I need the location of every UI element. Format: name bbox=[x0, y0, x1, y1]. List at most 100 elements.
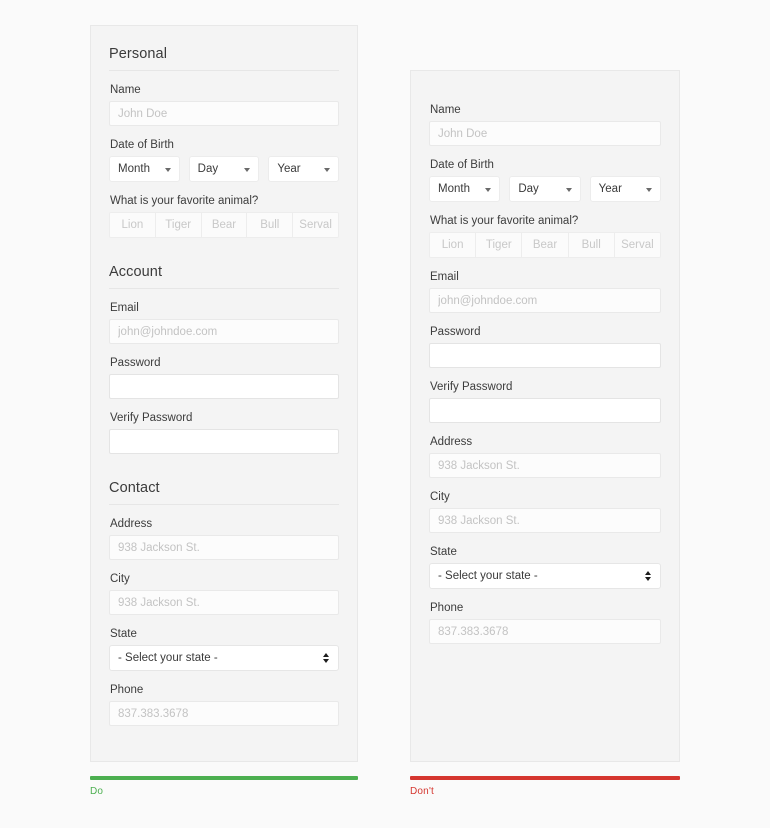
form-panel-dont: Name Date of Birth Month Day Year What is you… bbox=[410, 70, 680, 762]
input-email[interactable] bbox=[429, 288, 661, 313]
field-label-city: City bbox=[110, 573, 130, 585]
field-email: Email bbox=[109, 302, 339, 344]
dob-select-value-day: Day bbox=[197, 163, 219, 175]
password-input-verify-password[interactable] bbox=[109, 429, 339, 454]
field-address: Address bbox=[109, 518, 339, 560]
select-updown-arrows-icon bbox=[323, 653, 329, 663]
field-verify-password: Verify Password bbox=[109, 412, 339, 454]
verdict-label-dont: Don't bbox=[410, 786, 435, 797]
animal-button-bear[interactable]: Bear bbox=[522, 233, 569, 257]
animal-button-lion[interactable]: Lion bbox=[430, 233, 477, 257]
input-phone[interactable] bbox=[109, 701, 339, 726]
dob-select-value-month: Month bbox=[118, 163, 150, 175]
date-of-birth-row: Month Day Year bbox=[109, 156, 340, 182]
arrow-up-icon bbox=[645, 571, 651, 575]
field-what-is-your-favorite-animal: What is your favorite animal? Lion Tiger Be… bbox=[109, 195, 339, 238]
field-label-phone: Phone bbox=[430, 602, 464, 614]
input-city[interactable] bbox=[109, 590, 339, 615]
field-label-state: State bbox=[110, 628, 137, 640]
verdict-do: Do bbox=[90, 776, 358, 797]
animal-button-lion[interactable]: Lion bbox=[110, 213, 156, 237]
field-date-of-birth: Date of Birth Month Day Year bbox=[429, 159, 661, 202]
input-phone[interactable] bbox=[429, 619, 661, 644]
input-name[interactable] bbox=[429, 121, 661, 146]
input-city[interactable] bbox=[429, 508, 661, 533]
field-phone: Phone bbox=[429, 602, 661, 644]
section-heading-contact: Contact bbox=[109, 480, 339, 505]
field-label-password: Password bbox=[110, 357, 161, 369]
dob-select-value-month: Month bbox=[438, 183, 470, 195]
field-what-is-your-favorite-animal: What is your favorite animal? Lion Tiger Be… bbox=[429, 215, 661, 258]
comparison-stage: Personal Name Date of Birth Month Day Year Wha… bbox=[0, 0, 770, 828]
section-heading-account: Account bbox=[109, 264, 339, 289]
field-date-of-birth: Date of Birth Month Day Year bbox=[109, 139, 340, 182]
field-city: City bbox=[109, 573, 339, 615]
animal-button-serval[interactable]: Serval bbox=[614, 233, 660, 257]
field-label-name: Name bbox=[430, 104, 461, 116]
input-address[interactable] bbox=[109, 535, 339, 560]
chevron-down-icon bbox=[244, 167, 251, 172]
animal-button-bull[interactable]: Bull bbox=[247, 213, 294, 237]
password-input-verify-password[interactable] bbox=[429, 398, 661, 423]
field-label-phone: Phone bbox=[110, 684, 144, 696]
dob-select-year[interactable]: Year bbox=[268, 156, 340, 182]
verdict-bar-do bbox=[90, 776, 358, 780]
field-label-city: City bbox=[430, 491, 450, 503]
field-label-address: Address bbox=[110, 518, 153, 530]
field-label-password: Password bbox=[430, 326, 481, 338]
favorite-animal-group: Lion Tiger Bear Bull Serval bbox=[109, 212, 339, 238]
chevron-down-icon bbox=[565, 187, 572, 192]
field-label-state: State bbox=[430, 546, 457, 558]
field-label-what-is-your-favorite-animal: What is your favorite animal? bbox=[110, 195, 259, 207]
field-state: State - Select your state - bbox=[429, 546, 661, 589]
state-select[interactable]: - Select your state - bbox=[429, 563, 661, 589]
dob-select-day[interactable]: Day bbox=[509, 176, 581, 202]
password-input-password[interactable] bbox=[109, 374, 339, 399]
verdict-label-do: Do bbox=[90, 786, 104, 797]
form-panel-do: Personal Name Date of Birth Month Day Year Wha… bbox=[90, 25, 358, 762]
verdict-bar-dont bbox=[410, 776, 680, 780]
field-verify-password: Verify Password bbox=[429, 381, 661, 423]
input-address[interactable] bbox=[429, 453, 661, 478]
field-phone: Phone bbox=[109, 684, 339, 726]
state-select-value: - Select your state - bbox=[118, 652, 218, 664]
arrow-up-icon bbox=[323, 653, 329, 657]
arrow-down-icon bbox=[645, 577, 651, 581]
field-password: Password bbox=[109, 357, 339, 399]
do-column: Personal Name Date of Birth Month Day Year Wha… bbox=[90, 25, 358, 762]
field-email: Email bbox=[429, 271, 661, 313]
dob-select-year[interactable]: Year bbox=[589, 176, 661, 202]
dob-select-value-year: Year bbox=[277, 163, 301, 175]
dob-select-month[interactable]: Month bbox=[429, 176, 501, 202]
field-address: Address bbox=[429, 436, 661, 478]
chevron-down-icon bbox=[485, 187, 492, 192]
verdict-dont: Don't bbox=[410, 776, 680, 797]
field-city: City bbox=[429, 491, 661, 533]
animal-button-tiger[interactable]: Tiger bbox=[155, 213, 202, 237]
animal-button-bear[interactable]: Bear bbox=[201, 213, 248, 237]
animal-button-tiger[interactable]: Tiger bbox=[476, 233, 523, 257]
field-label-date-of-birth: Date of Birth bbox=[430, 159, 494, 171]
state-select[interactable]: - Select your state - bbox=[109, 645, 339, 671]
field-password: Password bbox=[429, 326, 661, 368]
field-name: Name bbox=[109, 84, 339, 126]
field-label-email: Email bbox=[430, 271, 459, 283]
input-name[interactable] bbox=[109, 101, 339, 126]
state-select-value: - Select your state - bbox=[438, 570, 538, 582]
dob-select-value-year: Year bbox=[598, 183, 622, 195]
animal-button-bull[interactable]: Bull bbox=[568, 233, 615, 257]
field-label-verify-password: Verify Password bbox=[430, 381, 513, 393]
input-email[interactable] bbox=[109, 319, 339, 344]
chevron-down-icon bbox=[164, 167, 171, 172]
field-label-email: Email bbox=[110, 302, 139, 314]
arrow-down-icon bbox=[323, 659, 329, 663]
animal-button-serval[interactable]: Serval bbox=[293, 213, 338, 237]
field-label-date-of-birth: Date of Birth bbox=[110, 139, 174, 151]
dob-select-day[interactable]: Day bbox=[188, 156, 260, 182]
field-state: State - Select your state - bbox=[109, 628, 339, 671]
password-input-password[interactable] bbox=[429, 343, 661, 368]
dob-select-month[interactable]: Month bbox=[109, 156, 180, 182]
date-of-birth-row: Month Day Year bbox=[429, 176, 661, 202]
section-heading-personal: Personal bbox=[109, 46, 339, 71]
field-label-verify-password: Verify Password bbox=[110, 412, 193, 424]
